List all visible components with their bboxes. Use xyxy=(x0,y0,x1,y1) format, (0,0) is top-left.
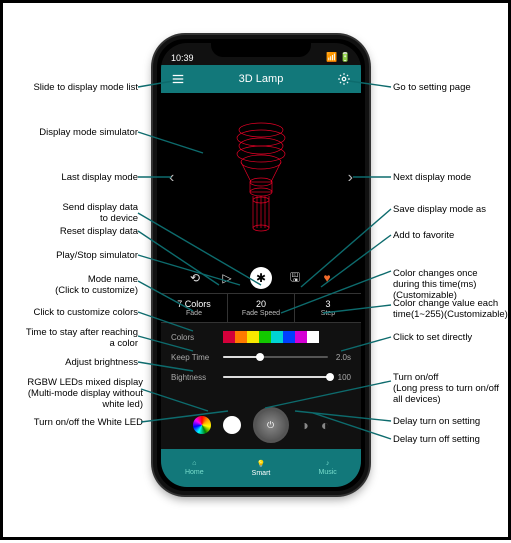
color-swatch[interactable] xyxy=(247,331,259,343)
ann-simulator: Display mode simulator xyxy=(8,128,138,139)
delay-on-button[interactable]: ◑ xyxy=(301,417,309,433)
color-swatch[interactable] xyxy=(271,331,283,343)
keep-time-row[interactable]: Keep Time 2.0s xyxy=(171,347,351,367)
control-row: ⟲ ▷ ✱ 🖫 ♥ xyxy=(161,263,361,293)
nav-music[interactable]: ♪ Music xyxy=(294,449,361,487)
prev-mode-arrow[interactable]: ‹ xyxy=(163,169,180,187)
status-icons: 📶 🔋 xyxy=(326,52,351,63)
ann-reset: Reset display data xyxy=(8,227,138,238)
param-area: Colors Keep Time 2.0s Bightness 100 xyxy=(161,323,361,401)
color-swatch[interactable] xyxy=(307,331,319,343)
mode-name[interactable]: 7 Colors Fade xyxy=(161,294,228,322)
screen: 10:39 📶 🔋 3D Lamp ‹ xyxy=(161,43,361,487)
ann-colors: Click to customize colors xyxy=(8,308,138,319)
ann-set-direct: Click to set directly xyxy=(393,333,472,344)
page-title: 3D Lamp xyxy=(185,73,337,85)
ann-play: Play/Stop simulator xyxy=(8,251,138,262)
colors-row[interactable]: Colors xyxy=(171,327,351,347)
nav-home[interactable]: ⌂ Home xyxy=(161,449,228,487)
ann-next-mode: Next display mode xyxy=(393,173,471,184)
next-mode-arrow[interactable]: › xyxy=(342,169,359,187)
gear-icon[interactable] xyxy=(337,72,351,86)
white-led-button[interactable] xyxy=(223,416,241,434)
play-button[interactable]: ▷ xyxy=(218,269,236,287)
ann-speed: Color changes once during this time(ms)(… xyxy=(393,258,478,302)
clock: 10:39 xyxy=(171,53,194,63)
reset-button[interactable]: ⟲ xyxy=(186,269,204,287)
ann-mode-name: Mode name(Click to customize) xyxy=(8,275,138,297)
ann-last-mode: Last display mode xyxy=(8,173,138,184)
color-swatch[interactable] xyxy=(283,331,295,343)
lamp-wireframe xyxy=(231,118,291,238)
ann-slide-mode-list: Slide to display mode list xyxy=(8,83,138,94)
send-bluetooth-button[interactable]: ✱ xyxy=(250,267,272,289)
color-swatches[interactable] xyxy=(223,331,319,343)
nav-smart[interactable]: 💡 Smart xyxy=(228,449,295,487)
ann-rgbw: RGBW LEDs mixed display(Multi-mode displ… xyxy=(8,378,143,411)
save-button[interactable]: 🖫 xyxy=(286,269,304,287)
keep-slider[interactable] xyxy=(223,356,328,358)
power-button[interactable]: ⏻ xyxy=(253,407,289,443)
ann-settings: Go to setting page xyxy=(393,83,471,94)
simulator-area: ‹ › xyxy=(161,93,361,263)
ann-delay-on: Delay turn on setting xyxy=(393,417,480,428)
home-icon: ⌂ xyxy=(192,460,196,467)
phone-notch xyxy=(211,39,311,57)
color-swatch[interactable] xyxy=(235,331,247,343)
keep-value[interactable]: 2.0s xyxy=(336,353,351,362)
ann-brightness: Adjust brightness xyxy=(8,358,138,369)
menu-icon[interactable] xyxy=(171,72,185,86)
favorite-button[interactable]: ♥ xyxy=(318,269,336,287)
mode-row: 7 Colors Fade 20 Fade Speed 3 Step xyxy=(161,293,361,323)
ann-step: Color change value each time(1~255)(Cust… xyxy=(393,299,508,321)
color-swatch[interactable] xyxy=(223,331,235,343)
phone-frame: 10:39 📶 🔋 3D Lamp ‹ xyxy=(153,35,369,495)
color-swatch[interactable] xyxy=(259,331,271,343)
bottom-nav: ⌂ Home 💡 Smart ♪ Music xyxy=(161,449,361,487)
rgbw-button[interactable] xyxy=(193,416,211,434)
ann-keep: Time to stay after reaching a color xyxy=(8,328,138,350)
brightness-slider[interactable] xyxy=(223,376,330,378)
delay-off-button[interactable]: ◐ xyxy=(321,417,329,433)
ann-white: Turn on/off the White LED xyxy=(8,418,143,429)
fade-speed[interactable]: 20 Fade Speed xyxy=(228,294,295,322)
ann-fav: Add to favorite xyxy=(393,231,454,242)
app-header: 3D Lamp xyxy=(161,65,361,93)
brightness-value: 100 xyxy=(338,373,351,382)
brightness-row[interactable]: Bightness 100 xyxy=(171,367,351,387)
ann-power: Turn on/off(Long press to turn on/off al… xyxy=(393,373,499,406)
ann-save: Save display mode as xyxy=(393,205,486,216)
music-icon: ♪ xyxy=(326,460,330,467)
ann-delay-off: Delay turn off setting xyxy=(393,435,480,446)
ann-send-data: Send display data to device xyxy=(8,203,138,225)
bottom-controls: ⏻ ◑ ◐ xyxy=(161,401,361,449)
bulb-icon: 💡 xyxy=(257,460,266,468)
color-swatch[interactable] xyxy=(295,331,307,343)
step-value[interactable]: 3 Step xyxy=(295,294,361,322)
